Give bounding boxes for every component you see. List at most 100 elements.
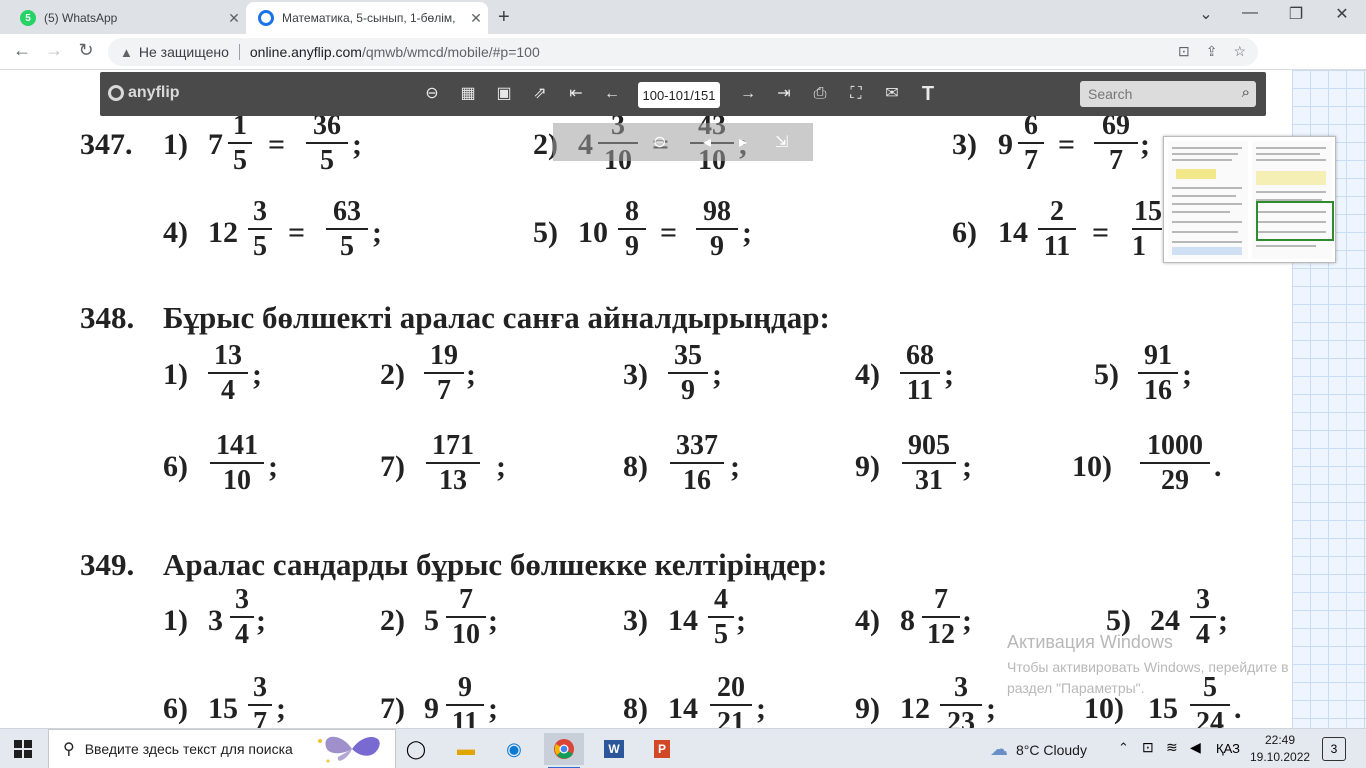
file-explorer-icon[interactable]: ▬	[446, 733, 486, 765]
reload-icon[interactable]: ↻	[74, 40, 98, 61]
last-page-icon[interactable]: ⇥	[772, 82, 796, 106]
pan-left-icon[interactable]: ◂	[703, 132, 711, 152]
tab-strip: 5 (5) WhatsApp ✕ Математика, 5-сынып, 1-…	[0, 0, 1366, 34]
item-label: 9)	[855, 450, 880, 483]
item-label: 8)	[623, 692, 648, 725]
numerator: 35	[674, 340, 702, 371]
equals-sign: =	[1058, 128, 1076, 161]
fraction: 68 11	[900, 342, 940, 405]
weather-widget[interactable]: ☁ 8°C Cloudy	[990, 739, 1087, 760]
new-tab-button[interactable]: +	[498, 6, 510, 29]
wifi-icon[interactable]: ≋	[1166, 739, 1178, 756]
browser-toolbar: ← → ↻ ▲ Не защищено online.anyflip.com/q…	[0, 34, 1366, 98]
restore-button[interactable]: ❐	[1276, 4, 1316, 24]
pan-icon[interactable]: ⇲	[775, 132, 788, 152]
fraction: 89	[618, 198, 646, 261]
single-page-icon[interactable]: ▣	[492, 82, 516, 106]
fullscreen-icon[interactable]: ⛶	[844, 82, 868, 106]
flipbook-search[interactable]: ⌕	[1080, 81, 1256, 107]
fraction: 19 7	[424, 342, 464, 405]
address-bar[interactable]: ▲ Не защищено online.anyflip.com/qmwb/wm…	[108, 38, 1258, 66]
search-input[interactable]	[1080, 81, 1230, 107]
minimize-button[interactable]: —	[1230, 4, 1270, 22]
close-tab-icon[interactable]: ✕	[464, 10, 488, 27]
search-icon: ⚲	[63, 741, 75, 758]
first-page-icon[interactable]: ⇤	[564, 82, 588, 106]
zoom-out-icon[interactable]: ⊖	[420, 82, 444, 106]
zoom-out-icon[interactable]: ⊖	[653, 132, 666, 152]
url-path: /qmwb/wmcd/mobile/#p=100	[361, 44, 540, 60]
denominator: 24	[1196, 707, 1224, 729]
fraction: 141 10	[210, 432, 264, 495]
semicolon: ;	[256, 604, 266, 637]
semicolon: ;	[268, 450, 278, 483]
thumbnails-grid-icon[interactable]: ▦	[456, 82, 480, 106]
fraction: 13 4	[208, 342, 248, 405]
taskbar-clock[interactable]: 22:49 19.10.2022	[1250, 732, 1310, 766]
fraction: 171 13	[426, 432, 480, 495]
bookmark-star-icon[interactable]: ☆	[1233, 43, 1246, 60]
word-icon[interactable]: W	[594, 733, 634, 765]
denominator: 5	[714, 619, 728, 650]
numerator: 3	[253, 196, 267, 227]
item-label: 1)	[163, 128, 188, 161]
powerpoint-icon[interactable]: P	[642, 733, 682, 765]
logo-text: anyflip	[128, 84, 180, 101]
search-icon[interactable]: ⌕	[1242, 84, 1250, 101]
fraction: 36 5	[306, 112, 348, 175]
numerator: 69	[1102, 110, 1130, 141]
divider	[238, 44, 240, 60]
tray-chevron-up-icon[interactable]: ⌃	[1118, 740, 1129, 756]
back-arrow-icon[interactable]: ←	[10, 40, 34, 61]
thumbnail-viewport-frame[interactable]	[1256, 201, 1334, 241]
denominator: 4	[235, 619, 249, 650]
semicolon: ;	[944, 358, 954, 391]
translate-icon[interactable]: ⊡	[1178, 43, 1190, 60]
fraction: 15	[228, 112, 252, 175]
next-page-icon[interactable]: →	[736, 82, 760, 106]
item-label: 6)	[163, 450, 188, 483]
whole-number: 15	[208, 692, 238, 725]
page-thumbnail-navigator[interactable]	[1163, 136, 1336, 263]
network-icon[interactable]: ⊡	[1142, 739, 1154, 756]
pan-right-icon[interactable]: ▸	[739, 132, 747, 152]
watermark-title: Активация Windows	[1007, 632, 1173, 652]
cloud-icon: ☁	[990, 739, 1008, 759]
chrome-browser-icon[interactable]	[544, 733, 584, 768]
whole-number: 9	[424, 692, 439, 725]
windows-start-icon[interactable]	[14, 740, 32, 758]
numerator: 6	[1024, 110, 1038, 141]
item-label: 10)	[1072, 450, 1112, 483]
semicolon: ;	[496, 450, 506, 483]
previous-page-icon[interactable]: ←	[600, 82, 624, 106]
language-indicator[interactable]: ҚАЗ	[1216, 741, 1240, 756]
close-tab-icon[interactable]: ✕	[222, 10, 246, 27]
tab-whatsapp[interactable]: 5 (5) WhatsApp ✕	[8, 2, 246, 34]
close-window-button[interactable]: ✕	[1322, 4, 1362, 24]
edge-browser-icon[interactable]: ◉	[494, 733, 534, 765]
forward-arrow-icon[interactable]: →	[42, 40, 66, 61]
task-view-icon[interactable]: ◯	[396, 733, 436, 765]
denominator: 9	[625, 231, 639, 262]
denominator: 16	[683, 465, 711, 496]
numerator: 4	[714, 584, 728, 615]
whole-number: 14	[668, 692, 698, 725]
tab-anyflip[interactable]: Математика, 5-сынып, 1-бөлім, ✕	[246, 2, 488, 34]
anyflip-logo[interactable]: anyflip	[108, 84, 180, 102]
notification-center-icon[interactable]: 3	[1322, 737, 1346, 761]
print-icon[interactable]: ⎙	[808, 82, 832, 106]
whole-number: 7	[208, 128, 223, 161]
numerator: 2	[1050, 196, 1064, 227]
equals-sign: =	[288, 216, 306, 249]
item-label: 8)	[623, 450, 648, 483]
volume-icon[interactable]: ◀	[1190, 739, 1201, 756]
page-number-input[interactable]	[638, 82, 720, 108]
share-icon[interactable]: ⇪	[1206, 43, 1218, 60]
share-icon[interactable]: ⇗	[528, 82, 552, 106]
fraction: 905 31	[902, 432, 956, 495]
item-label: 3)	[952, 128, 977, 161]
denominator: 5	[233, 145, 247, 176]
email-icon[interactable]: ✉	[880, 82, 904, 106]
text-mode-icon[interactable]: T	[916, 82, 940, 106]
tab-search-icon[interactable]: ⌄	[1186, 4, 1226, 24]
